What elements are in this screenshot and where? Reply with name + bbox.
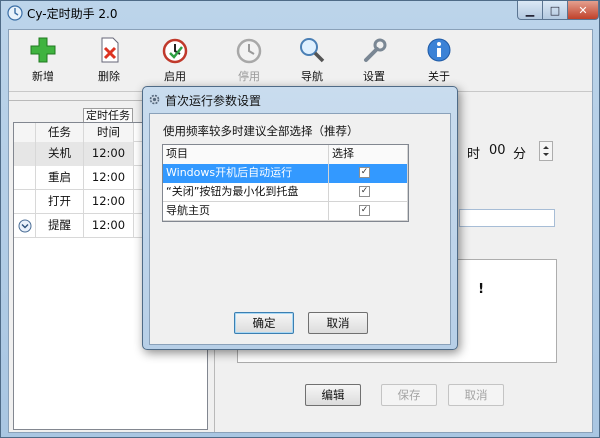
dialog-hint: 使用频率较多时建议全部选择（推荐） bbox=[163, 124, 359, 138]
edit-button[interactable]: 编辑 bbox=[305, 384, 361, 406]
option-checkbox[interactable]: ✓ bbox=[359, 186, 370, 197]
toolbar: 新增 删除 启用 停用 导航 设置 关于 bbox=[9, 30, 592, 92]
delete-doc-icon bbox=[101, 37, 119, 63]
title-bar: Cy-定时助手 2.0 ▁ □ ✕ bbox=[1, 1, 599, 25]
options-list: 项目 选择 Windows开机后自动运行 ✓ “关闭”按钮为最小化到托盘 ✓ 导… bbox=[162, 144, 409, 222]
time-cell: 12:00 bbox=[84, 142, 134, 166]
task-cell: 重启 bbox=[36, 166, 84, 190]
column-header-item[interactable]: 项目 bbox=[163, 145, 329, 164]
time-cell: 12:00 bbox=[84, 190, 134, 214]
clock-disable-icon bbox=[236, 38, 262, 64]
dialog-title: 首次运行参数设置 bbox=[165, 94, 262, 108]
toolbar-settings-label: 设置 bbox=[363, 70, 385, 83]
option-label: 导航主页 bbox=[163, 202, 329, 221]
toolbar-disable-button[interactable]: 停用 bbox=[221, 32, 277, 88]
plus-icon bbox=[30, 37, 56, 63]
toolbar-add-button[interactable]: 新增 bbox=[15, 32, 71, 88]
minute-stepper[interactable] bbox=[539, 141, 553, 161]
dialog-cancel-button[interactable]: 取消 bbox=[308, 312, 368, 334]
maximize-button[interactable]: □ bbox=[542, 1, 568, 20]
app-icon bbox=[7, 5, 23, 21]
cancel-button[interactable]: 取消 bbox=[448, 384, 504, 406]
column-header-select[interactable]: 选择 bbox=[329, 145, 408, 164]
minute-value[interactable]: 00 bbox=[489, 143, 506, 158]
close-button[interactable]: ✕ bbox=[567, 1, 599, 20]
toolbar-nav-button[interactable]: 导航 bbox=[284, 32, 340, 88]
list-item[interactable]: “关闭”按钮为最小化到托盘 ✓ bbox=[163, 183, 408, 202]
magnifier-icon bbox=[300, 38, 325, 63]
first-run-settings-dialog: 首次运行参数设置 使用频率较多时建议全部选择（推荐） 项目 选择 Windows… bbox=[142, 86, 458, 350]
option-label: Windows开机后自动运行 bbox=[163, 164, 329, 183]
toolbar-about-label: 关于 bbox=[428, 70, 450, 83]
wrench-icon bbox=[364, 38, 387, 62]
minute-unit: 分 bbox=[513, 147, 527, 162]
toolbar-settings-button[interactable]: 设置 bbox=[346, 32, 402, 88]
stepper-arrows-icon bbox=[543, 146, 549, 156]
settings-gear-icon bbox=[149, 94, 160, 105]
row-marker-header bbox=[14, 123, 36, 142]
toolbar-disable-label: 停用 bbox=[238, 70, 260, 83]
time-cell: 12:00 bbox=[84, 166, 134, 190]
window-title: Cy-定时助手 2.0 bbox=[27, 7, 118, 21]
task-cell: 关机 bbox=[36, 142, 84, 166]
task-cell: 提醒 bbox=[36, 214, 84, 238]
toolbar-enable-label: 启用 bbox=[164, 70, 186, 83]
chevron-down-icon bbox=[18, 219, 31, 233]
minimize-button[interactable]: ▁ bbox=[517, 1, 543, 20]
column-header-task[interactable]: 任务 bbox=[36, 123, 84, 142]
save-button[interactable]: 保存 bbox=[381, 384, 437, 406]
task-name-field[interactable] bbox=[459, 209, 555, 227]
option-checkbox[interactable]: ✓ bbox=[359, 167, 370, 178]
toolbar-delete-button[interactable]: 删除 bbox=[81, 32, 137, 88]
tab-scheduled-tasks[interactable]: 定时任务 bbox=[83, 108, 133, 123]
column-header-time[interactable]: 时间 bbox=[84, 123, 134, 142]
toolbar-enable-button[interactable]: 启用 bbox=[147, 32, 203, 88]
options-list-header: 项目 选择 bbox=[163, 145, 408, 164]
list-item[interactable]: Windows开机后自动运行 ✓ bbox=[163, 164, 408, 183]
dialog-client-area: 使用频率较多时建议全部选择（推荐） 项目 选择 Windows开机后自动运行 ✓… bbox=[149, 113, 451, 345]
clock-enable-icon bbox=[162, 38, 188, 64]
toolbar-add-label: 新增 bbox=[32, 70, 54, 83]
list-item[interactable]: 导航主页 ✓ bbox=[163, 202, 408, 221]
message-text: ! bbox=[478, 282, 484, 297]
info-icon bbox=[427, 38, 451, 62]
toolbar-nav-label: 导航 bbox=[301, 70, 323, 83]
hour-unit: 时 bbox=[467, 147, 481, 162]
option-checkbox[interactable]: ✓ bbox=[359, 205, 370, 216]
toolbar-about-button[interactable]: 关于 bbox=[411, 32, 467, 88]
option-label: “关闭”按钮为最小化到托盘 bbox=[163, 183, 329, 202]
task-cell: 打开 bbox=[36, 190, 84, 214]
toolbar-delete-label: 删除 bbox=[98, 70, 120, 83]
ok-button[interactable]: 确定 bbox=[234, 312, 294, 334]
time-cell: 12:00 bbox=[84, 214, 134, 238]
